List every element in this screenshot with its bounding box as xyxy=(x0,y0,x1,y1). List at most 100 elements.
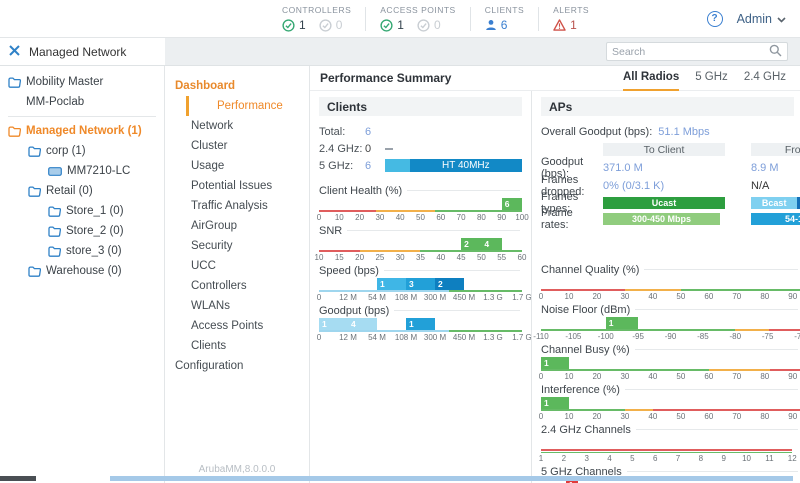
nav-item-ucc[interactable]: UCC xyxy=(165,256,309,276)
status-stats: CONTROLLERS10ACCESS POINTS10CLIENTS6ALER… xyxy=(268,5,603,32)
chart-divider-line xyxy=(407,190,520,191)
stat-value: 1 xyxy=(397,18,404,32)
chart-snr: SNR241015202530354045505560 xyxy=(319,224,522,261)
tree-item-store-3-0-[interactable]: store_3 (0) xyxy=(0,241,164,261)
search-box xyxy=(606,42,788,61)
empty-bar-dash xyxy=(385,148,393,150)
chart-goodput-bps-: Goodput (bps)141012 M54 M108 M300 M450 M… xyxy=(319,304,522,341)
ht-bar-light-segment xyxy=(385,159,410,172)
nav-item-configuration[interactable]: Configuration xyxy=(165,356,309,376)
axis-tick-label: 90 xyxy=(497,213,506,222)
axis-tick-label: 40 xyxy=(648,292,657,301)
cell-value: 371.0 M xyxy=(603,162,725,174)
folder-icon xyxy=(8,77,21,88)
nav-item-controllers[interactable]: Controllers xyxy=(165,276,309,296)
nav-item-cluster[interactable]: Cluster xyxy=(165,136,309,156)
nav-item-label: WLANs xyxy=(191,300,230,312)
chart-speed-bps-: Speed (bps)132012 M54 M108 M300 M450 M1.… xyxy=(319,264,522,301)
axis-tick-label: 60 xyxy=(518,253,527,262)
stat-value: 1 xyxy=(299,18,306,32)
tree-item-managed-network-1-[interactable]: Managed Network (1) xyxy=(0,121,164,141)
nav-item-label: Security xyxy=(191,240,233,252)
tree-item-warehouse-0-[interactable]: Warehouse (0) xyxy=(0,261,164,281)
folder-icon xyxy=(28,266,41,277)
histogram-bar: 1 xyxy=(319,318,348,330)
close-icon[interactable] xyxy=(8,44,21,60)
content-horizontal-scrollbar[interactable] xyxy=(110,476,793,481)
tree-item-mm-poclab[interactable]: MM-Poclab xyxy=(0,92,164,112)
stat-label: ACCESS POINTS xyxy=(380,5,455,15)
tree-item-store-2-0-[interactable]: Store_2 (0) xyxy=(0,221,164,241)
nav-item-dashboard[interactable]: Dashboard xyxy=(165,76,309,96)
tree-item-corp-1-[interactable]: corp (1) xyxy=(0,141,164,161)
axis-tick-label: 0 xyxy=(317,293,321,302)
table-row-frame-rates-: Frame rates:300-450 Mbps54-108 Mbps xyxy=(541,211,800,227)
axis-tick-label: 300 M xyxy=(424,333,446,342)
tree-item-store-1-0-[interactable]: Store_1 (0) xyxy=(0,201,164,221)
nav-item-network[interactable]: Network xyxy=(165,116,309,136)
tab-5-ghz[interactable]: 5 GHz xyxy=(695,66,728,91)
aps-panel: APs Overall Goodput (bps): 51.1 Mbps To … xyxy=(532,91,800,483)
axis-tick-label: 30 xyxy=(620,372,629,381)
histogram-bar: 2 xyxy=(461,238,481,250)
axis-tick-label: 60 xyxy=(704,372,713,381)
axis-tick-label: 1.7 G xyxy=(512,333,532,342)
tree-item-label: Warehouse (0) xyxy=(46,265,122,277)
axis-tick-label: 30 xyxy=(620,292,629,301)
tree-item-mm7210-lc[interactable]: MM7210-LC xyxy=(0,161,164,181)
nav-item-wlans[interactable]: WLANs xyxy=(165,296,309,316)
nav-item-access-points[interactable]: Access Points xyxy=(165,316,309,336)
chart-divider-line xyxy=(625,389,798,390)
nav-item-performance[interactable]: Performance xyxy=(186,96,309,116)
search-icon[interactable] xyxy=(769,44,782,60)
stat-group-controllers: CONTROLLERS10 xyxy=(268,5,365,32)
chart-divider-line xyxy=(627,471,798,472)
cell-value: 8.9 M xyxy=(751,162,800,174)
tree-item-mobility-master[interactable]: Mobility Master xyxy=(0,72,164,92)
stat-item[interactable]: 1 xyxy=(380,18,404,32)
axis-tick-label: 50 xyxy=(676,372,685,381)
stat-item[interactable]: 0 xyxy=(319,18,343,32)
nav-item-security[interactable]: Security xyxy=(165,236,309,256)
cell-bars: 54-108 Mbps xyxy=(751,213,800,225)
admin-menu[interactable]: Admin xyxy=(737,12,786,26)
tab-all-radios[interactable]: All Radios xyxy=(623,66,679,91)
tab-2-4-ghz[interactable]: 2.4 GHz xyxy=(744,66,786,91)
axis-tick-label: 10 xyxy=(565,292,574,301)
network-selector-header: Managed Network xyxy=(0,38,165,66)
stat-item[interactable]: 1 xyxy=(553,18,577,32)
tree-item-label: Mobility Master xyxy=(26,76,103,88)
nav-item-usage[interactable]: Usage xyxy=(165,156,309,176)
page-title: Performance Summary xyxy=(320,71,451,85)
search-input[interactable] xyxy=(612,46,769,58)
nav-item-airgroup[interactable]: AirGroup xyxy=(165,216,309,236)
tree-item-retail-0-[interactable]: Retail (0) xyxy=(0,181,164,201)
tree-item-label: MM7210-LC xyxy=(67,165,130,177)
axis-tick-label: 54 M xyxy=(368,293,386,302)
total-value: 6 xyxy=(365,126,385,138)
axis-tick-label: 0 xyxy=(539,292,543,301)
nav-item-potential-issues[interactable]: Potential Issues xyxy=(165,176,309,196)
axis-tick-label: 9 xyxy=(721,454,725,463)
nav-item-label: Potential Issues xyxy=(191,180,272,192)
chart-divider-line xyxy=(636,429,798,430)
axis-tick-label: -90 xyxy=(665,332,677,341)
chart-client-health-: Client Health (%)60102030405060708090100 xyxy=(319,184,522,221)
stat-label: CLIENTS xyxy=(485,5,524,15)
axis-tick-label: -110 xyxy=(533,332,548,341)
nav-item-label: Performance xyxy=(212,100,283,112)
tree-horizontal-scrollbar[interactable] xyxy=(0,476,36,481)
axis-tick-label: 80 xyxy=(477,213,486,222)
help-icon[interactable]: ? xyxy=(707,11,723,27)
stat-item[interactable]: 1 xyxy=(282,18,306,32)
selected-network-title: Managed Network xyxy=(29,45,126,59)
nav-item-label: Cluster xyxy=(191,140,227,152)
axis-tick-label: -95 xyxy=(632,332,644,341)
axis-tick-label: 60 xyxy=(704,292,713,301)
nav-item-clients[interactable]: Clients xyxy=(165,336,309,356)
histogram-bar: 1 xyxy=(541,357,569,369)
nav-item-traffic-analysis[interactable]: Traffic Analysis xyxy=(165,196,309,216)
stat-item[interactable]: 6 xyxy=(485,18,508,32)
stat-item[interactable]: 0 xyxy=(417,18,441,32)
axis-tick-label: 80 xyxy=(760,372,769,381)
